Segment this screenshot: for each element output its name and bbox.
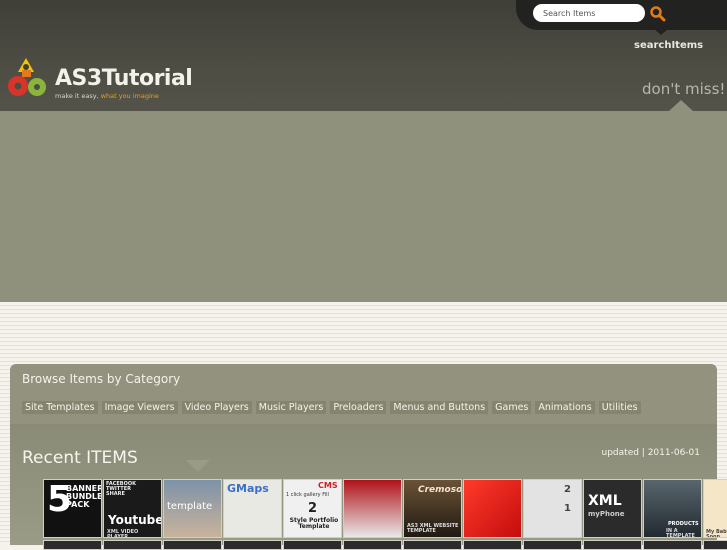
updated-date: updated | 2011-06-01 [601,448,700,458]
thumb-text: Cremoso [418,485,462,495]
item-thumb-row2[interactable] [703,540,727,550]
item-thumb-row2[interactable] [343,540,402,550]
category-site-templates[interactable]: Site Templates [22,401,98,414]
logo-title-rest: Tutorial [101,66,193,91]
item-thumb-template-man[interactable]: template [163,479,222,538]
dont-miss-notch [669,100,693,111]
item-thumb-row2[interactable] [163,540,222,550]
logo-gears-icon[interactable] [6,56,52,100]
item-thumb-row2[interactable] [283,540,342,550]
recent-items-title: Recent ITEMS [22,448,138,468]
item-thumb-row2[interactable] [103,540,162,550]
thumb-text: XML VIDEO PLAYER [107,529,139,538]
thumb-text: 2 [308,501,318,516]
item-thumb-row2[interactable] [583,540,642,550]
category-video-players[interactable]: Video Players [181,401,252,414]
item-thumb-xml-myphone[interactable]: XML myPhone [583,479,642,538]
category-games[interactable]: Games [492,401,532,414]
thumb-text: BANNER BUNDLE PACK [66,484,102,509]
thumb-text: IN A TEMPLATE [666,528,695,538]
search-icon[interactable] [649,5,667,23]
item-thumb-row2[interactable] [643,540,702,550]
item-thumb-row2[interactable] [463,540,522,550]
item-thumb-products-template[interactable]: PRODUCTS IN A TEMPLATE [643,479,702,538]
item-thumb-baby-coming-soon[interactable]: My Baby Coming Soon [703,479,727,538]
browse-title: Browse Items by Category [22,372,181,386]
item-thumb-youtube-player[interactable]: FACEBOOK TWITTER SHARE Youtube XML VIDEO… [103,479,162,538]
dont-miss-label: don't miss! [642,80,726,98]
thumb-text: AS3 XML WEBSITE TEMPLATE [407,523,459,534]
search-input[interactable] [533,4,645,22]
thumb-text: Youtube [108,513,162,527]
category-utilities[interactable]: Utilities [598,401,641,414]
item-thumb-red-circle[interactable] [463,479,522,538]
item-thumb-numbered[interactable]: 2 1 [523,479,582,538]
item-thumb-row2[interactable] [523,540,582,550]
tagline-main: make it easy, [55,92,99,100]
thumb-text: PRODUCTS [668,521,699,527]
thumb-text: Style Portfolio Template [289,517,339,530]
browse-panel: Browse Items by Category Site Templates … [10,364,717,424]
search-items-label[interactable]: searchItems [634,40,703,51]
tagline-accent: what you imagine [100,92,159,100]
category-list: Site Templates Image Viewers Video Playe… [22,401,641,414]
item-thumb-row2[interactable] [403,540,462,550]
recent-items-grid: 5 BANNER BUNDLE PACK FACEBOOK TWITTER SH… [43,479,727,538]
item-thumb-banner-bundle[interactable]: 5 BANNER BUNDLE PACK [43,479,102,538]
recent-notch [186,460,210,472]
thumb-text: GMaps [227,482,269,495]
category-preloaders[interactable]: Preloaders [330,401,387,414]
thumb-text: CMS [318,481,338,490]
thumb-text: template [167,501,213,512]
thumb-text: My Baby Coming Soon [706,529,727,538]
thumb-text: FACEBOOK TWITTER SHARE [106,481,136,497]
item-thumb-red-menu[interactable] [343,479,402,538]
logo-title[interactable]: AS3Tutorial [55,66,193,91]
logo-title-prefix: AS3 [55,66,102,91]
recent-items-grid-row2 [43,540,727,550]
item-thumb-cms-portfolio[interactable]: CMS 1 click gallery Fill 2 Style Portfol… [283,479,342,538]
search-notch [654,29,668,35]
thumb-text: myPhone [588,510,625,518]
featured-banner[interactable] [0,111,727,302]
item-thumb-cremoso[interactable]: Cremoso AS3 XML WEBSITE TEMPLATE [403,479,462,538]
category-animations[interactable]: Animations [535,401,595,414]
category-image-viewers[interactable]: Image Viewers [101,401,178,414]
category-music-players[interactable]: Music Players [255,401,327,414]
item-thumb-row2[interactable] [223,540,282,550]
thumb-text: XML [588,493,622,509]
category-menus-buttons[interactable]: Menus and Buttons [390,401,489,414]
logo-tagline: make it easy, what you imagine [55,92,159,100]
thumb-text: 1 click gallery Fill [286,492,329,498]
thumb-text: 2 [564,484,571,495]
thumb-text: 1 [564,503,571,514]
recent-items-panel: Recent ITEMS updated | 2011-06-01 5 BANN… [10,424,727,550]
item-thumb-row2[interactable] [43,540,102,550]
item-thumb-gmaps[interactable]: GMaps [223,479,282,538]
